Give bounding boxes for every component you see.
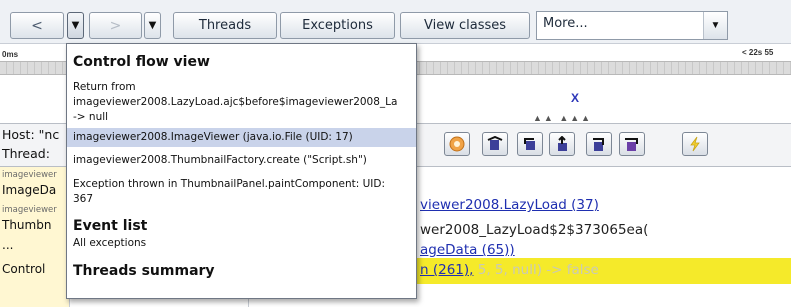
stack-item[interactable]: Control [2,262,45,276]
timeline-start-tick: 0ms [2,50,19,59]
method-call-link[interactable]: n (261), [420,262,473,278]
step-out-icon [558,136,567,151]
forward-history-dropdown-button[interactable]: ▼ [144,12,161,39]
toolbar: < ▼ > ▼ Threads Exceptions View classes … [0,0,791,44]
stack-item[interactable]: ... [2,238,13,252]
stack-item[interactable]: Thumbn [2,218,51,232]
threads-summary-header[interactable]: Threads summary [67,263,416,279]
lazyload-link[interactable]: viewer2008.LazyLoad (37) [420,197,599,213]
step-over-button[interactable] [586,132,612,156]
highlight-button[interactable] [682,132,708,156]
step-back-into-button[interactable] [482,132,508,156]
back-button[interactable]: < [10,12,64,39]
timeline-event-marker[interactable]: X [571,91,579,105]
timeline-event-dots: ▲▲ ▲▲▲ [533,113,593,123]
step-out-button[interactable] [549,132,575,156]
history-item-all-exceptions[interactable]: All exceptions [67,237,416,249]
stop-icon [449,136,465,152]
history-item-return-value[interactable]: -> null [67,111,416,123]
forward-button[interactable]: > [89,12,142,39]
history-item-exception[interactable]: Exception thrown in ThumbnailPanel.paint… [67,178,416,190]
step-back-over-icon [524,138,535,150]
return-from-label: Return from [73,81,136,93]
stack-item[interactable]: imageviewer [2,170,57,180]
step-back-into-icon [487,136,503,150]
back-history-dropdown-button[interactable]: ▼ [67,12,84,39]
stack-item[interactable]: ImageDa [2,183,56,197]
history-item-thumbnail-create[interactable]: imageviewer2008.ThumbnailFactory.create … [67,154,416,166]
stack-item[interactable]: imageviewer [2,205,57,215]
event-list-header: Event list [73,218,148,234]
back-history-popup-menu: Control flow view Return from imageviewe… [66,43,417,299]
event-line-3: ageData (65)) [420,242,515,258]
lightning-icon [690,136,700,152]
view-classes-button-label: View classes [423,18,507,33]
more-combobox-value: More... [543,16,588,31]
history-item-imageviewer-selected[interactable]: imageviewer2008.ImageViewer (java.io.Fil… [67,128,416,147]
step-back-over-button[interactable] [517,132,543,156]
view-classes-button[interactable]: View classes [400,12,530,39]
event-line-2: wer2008_LazyLoad$2$373065ea( [420,222,649,238]
thread-label: Thread: [2,146,50,161]
chevron-down-icon[interactable]: ▼ [703,12,727,39]
host-label: Host: "nc [2,127,60,142]
timeline-end-tick: < 22s 55 [742,48,774,57]
threads-button[interactable]: Threads [173,12,277,39]
step-into-icon [625,138,638,151]
back-arrow-icon: < [31,17,43,34]
history-item-return-method[interactable]: imageviewer2008.LazyLoad.ajc$before$imag… [67,96,416,108]
exceptions-button[interactable]: Exceptions [280,12,395,39]
chevron-down-icon: ▼ [148,20,157,31]
forward-arrow-icon: > [109,17,122,34]
more-combobox[interactable]: More... ▼ [536,11,728,40]
call-result: -> false [546,262,599,278]
call-stack-list[interactable]: imageviewer ImageDa imageviewer Thumbn .… [0,167,70,307]
imagedata-link[interactable]: ageData (65)) [420,242,515,258]
threads-button-label: Threads [198,18,252,33]
chevron-down-icon: ▼ [71,20,80,31]
stop-button[interactable] [444,132,470,156]
event-line-4: n (261), 5, 5, null) -> false [420,262,599,278]
call-arguments: 5, 5, null) [473,262,547,278]
control-flow-view-header: Control flow view [73,54,210,70]
step-over-icon [593,138,604,151]
exceptions-button-label: Exceptions [302,18,373,33]
event-line-1: viewer2008.LazyLoad (37) [420,197,599,213]
history-item-exception-uid[interactable]: 367 [67,193,416,205]
step-into-button[interactable] [619,132,645,156]
